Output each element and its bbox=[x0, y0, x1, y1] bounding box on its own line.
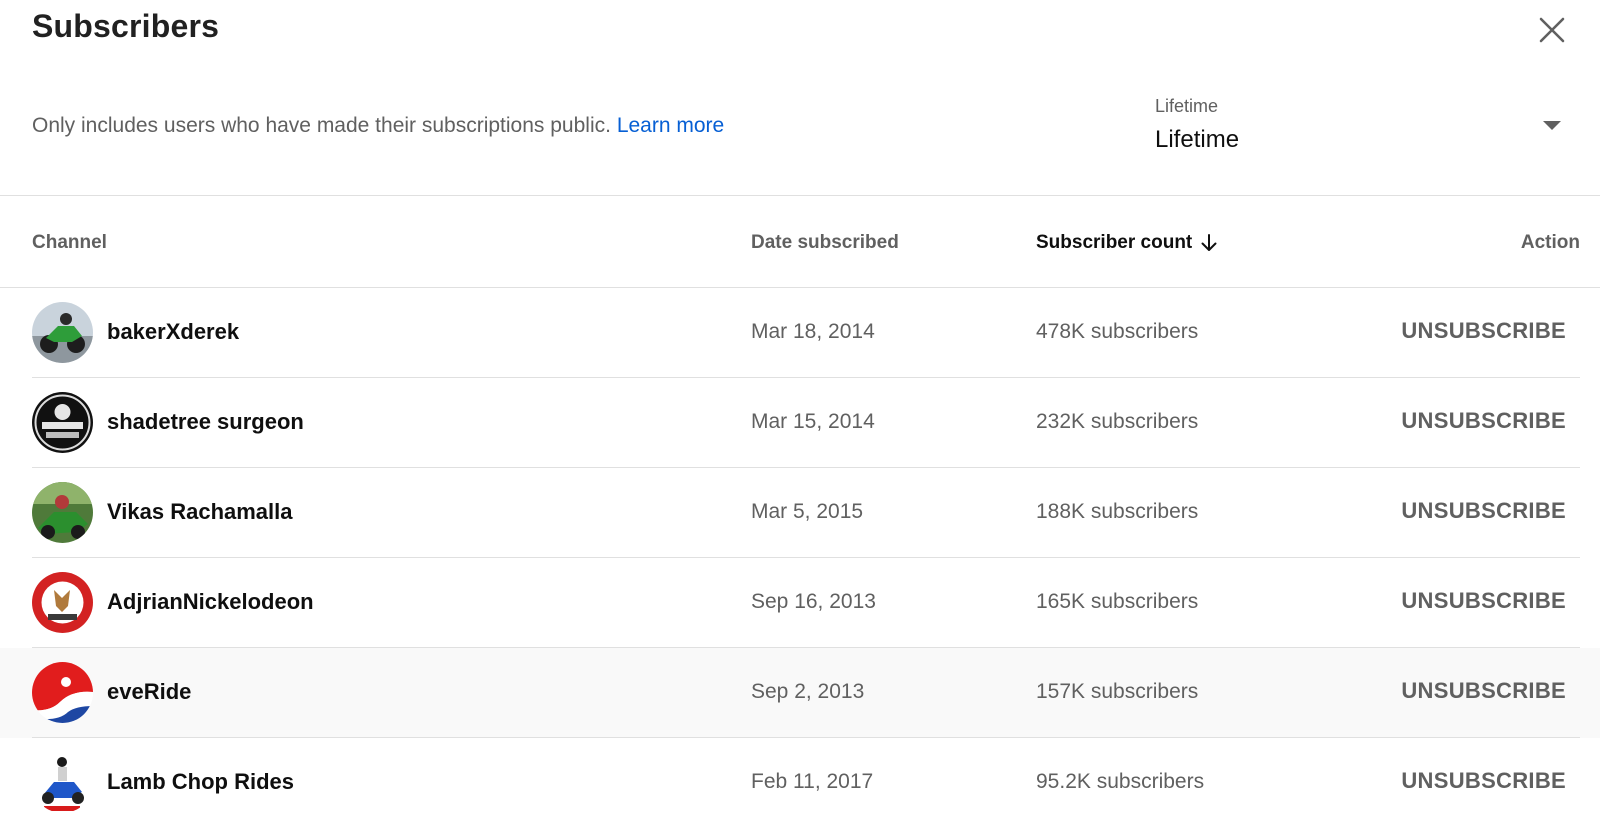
column-header-subscriber-count[interactable]: Subscriber count bbox=[1036, 232, 1218, 254]
date-subscribed: Mar 5, 2015 bbox=[751, 500, 864, 523]
unsubscribe-button[interactable]: UNSUBSCRIBE bbox=[1401, 588, 1566, 614]
close-button[interactable] bbox=[1532, 10, 1572, 50]
table-row: Vikas Rachamalla Mar 5, 2015 188K subscr… bbox=[0, 468, 1600, 558]
dialog-title: Subscribers bbox=[32, 8, 220, 44]
subscriber-count: 95.2K subscribers bbox=[1036, 770, 1205, 793]
close-icon bbox=[1539, 17, 1565, 43]
date-subscribed: Sep 2, 2013 bbox=[751, 680, 865, 703]
table-header: Channel Date subscribed Subscriber count… bbox=[0, 196, 1600, 288]
arrow-down-icon bbox=[1200, 233, 1218, 253]
column-header-date-subscribed[interactable]: Date subscribed bbox=[751, 232, 899, 254]
channel-name[interactable]: shadetree surgeon bbox=[107, 409, 304, 435]
column-header-action: Action bbox=[1520, 232, 1580, 253]
date-subscribed: Feb 11, 2017 bbox=[751, 770, 874, 793]
notice: Only includes users who have made their … bbox=[32, 114, 724, 138]
subscribers-dialog: Subscribers Only includes users who have… bbox=[0, 0, 1600, 825]
avatar[interactable] bbox=[32, 662, 93, 723]
unsubscribe-button[interactable]: UNSUBSCRIBE bbox=[1401, 498, 1566, 524]
table-row: bakerXderek Mar 18, 2014 478K subscriber… bbox=[0, 288, 1600, 378]
channel-name[interactable]: eveRide bbox=[107, 679, 191, 705]
period-dropdown-label: Lifetime bbox=[1155, 96, 1219, 116]
channel-name[interactable]: bakerXderek bbox=[107, 319, 239, 345]
unsubscribe-button[interactable]: UNSUBSCRIBE bbox=[1401, 678, 1566, 704]
subscriber-count: 232K subscribers bbox=[1036, 410, 1199, 433]
table-row: AdjrianNickelodeon Sep 16, 2013 165K sub… bbox=[0, 558, 1600, 648]
table-row: Lamb Chop Rides Feb 11, 2017 95.2K subsc… bbox=[0, 738, 1600, 825]
learn-more-link[interactable]: Learn more bbox=[617, 114, 724, 137]
date-subscribed: Mar 15, 2014 bbox=[751, 410, 875, 433]
column-header-channel[interactable]: Channel bbox=[32, 232, 107, 254]
period-dropdown[interactable]: Lifetime Lifetime bbox=[1155, 94, 1575, 164]
subscriber-list: bakerXderek Mar 18, 2014 478K subscriber… bbox=[0, 288, 1600, 825]
avatar[interactable] bbox=[32, 392, 93, 453]
period-dropdown-value: Lifetime bbox=[1155, 126, 1240, 153]
subscriber-count: 188K subscribers bbox=[1036, 500, 1199, 523]
channel-name[interactable]: Lamb Chop Rides bbox=[107, 769, 294, 795]
date-subscribed: Sep 16, 2013 bbox=[751, 590, 876, 613]
unsubscribe-button[interactable]: UNSUBSCRIBE bbox=[1401, 408, 1566, 434]
notice-text: Only includes users who have made their … bbox=[32, 114, 611, 137]
table-row: shadetree surgeon Mar 15, 2014 232K subs… bbox=[0, 378, 1600, 468]
date-subscribed: Mar 18, 2014 bbox=[751, 320, 875, 343]
subscriber-count: 165K subscribers bbox=[1036, 590, 1199, 613]
avatar[interactable] bbox=[32, 482, 93, 543]
avatar[interactable] bbox=[32, 572, 93, 633]
channel-name[interactable]: Vikas Rachamalla bbox=[107, 499, 293, 525]
subscriber-count: 157K subscribers bbox=[1036, 680, 1199, 703]
unsubscribe-button[interactable]: UNSUBSCRIBE bbox=[1401, 768, 1566, 794]
avatar[interactable] bbox=[32, 752, 93, 813]
unsubscribe-button[interactable]: UNSUBSCRIBE bbox=[1401, 318, 1566, 344]
subscriber-count: 478K subscribers bbox=[1036, 320, 1199, 343]
column-header-subscriber-count-label: Subscriber count bbox=[1036, 232, 1193, 253]
avatar[interactable] bbox=[32, 302, 93, 363]
caret-down-icon bbox=[1543, 121, 1561, 130]
channel-name[interactable]: AdjrianNickelodeon bbox=[107, 589, 314, 615]
table-row: eveRide Sep 2, 2013 157K subscribers UNS… bbox=[0, 648, 1600, 738]
